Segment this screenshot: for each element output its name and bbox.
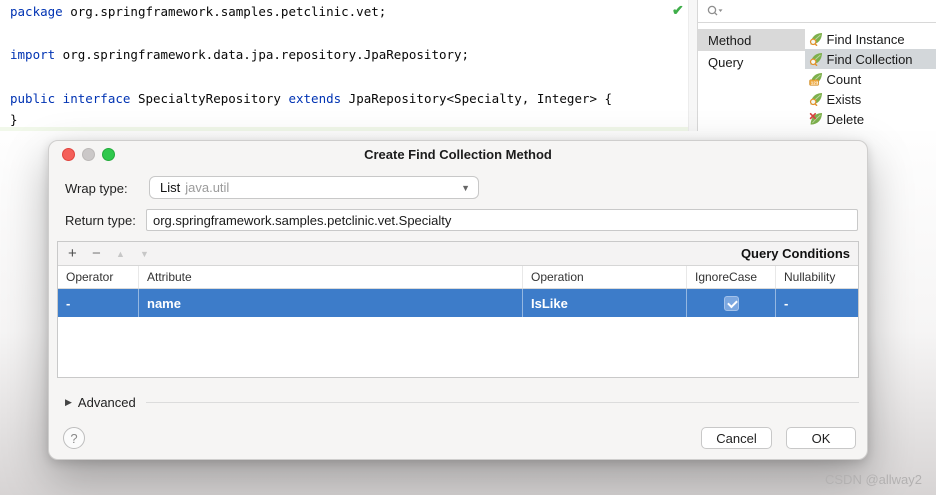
table-row-selected[interactable]: - name IsLike - (58, 289, 858, 317)
category-query-label: Query (708, 55, 743, 70)
advanced-label: Advanced (78, 395, 136, 410)
leaf-search-icon (809, 32, 823, 46)
remove-row-button[interactable]: − (92, 245, 116, 262)
code-line-import: import org.springframework.data.jpa.repo… (10, 47, 469, 62)
wrap-type-combobox[interactable]: List java.util ▼ (149, 176, 479, 199)
cancel-button[interactable]: Cancel (701, 427, 772, 449)
menu-item-label: Exists (827, 92, 862, 107)
interface-name: SpecialtyRepository (130, 91, 288, 106)
import-name: org.springframework.data.jpa.repository.… (55, 47, 469, 62)
supertype-name: JpaRepository<Specialty, Integer> { (341, 91, 612, 106)
popup-body: Method Query Find Instance (698, 23, 936, 129)
package-name: org.springframework.samples.petclinic.ve… (63, 4, 387, 19)
inspection-ok-icon: ✔ (672, 2, 684, 19)
menu-item-delete[interactable]: Delete (805, 109, 936, 129)
menu-item-label: Find Collection (827, 52, 913, 67)
return-type-input[interactable]: org.springframework.samples.petclinic.ve… (146, 209, 858, 231)
ignorecase-checkbox[interactable] (724, 296, 739, 311)
code-editor[interactable]: package org.springframework.samples.petc… (0, 0, 697, 140)
leaf-count-icon: 123 (809, 72, 823, 86)
column-header-operation[interactable]: Operation (523, 266, 687, 288)
section-divider (146, 402, 859, 403)
panel-title: Query Conditions (741, 246, 850, 261)
wrap-type-value: List (160, 180, 180, 195)
cell-attribute[interactable]: name (139, 289, 523, 317)
menu-item-find-collection[interactable]: Find Collection (805, 49, 936, 69)
menu-item-label: Find Instance (827, 32, 905, 47)
cell-nullability[interactable]: - (776, 289, 858, 317)
code-line-interface: public interface SpecialtyRepository ext… (10, 91, 612, 106)
cell-ignorecase[interactable] (687, 289, 776, 317)
closing-brace: } (10, 112, 18, 127)
menu-item-exists[interactable]: Exists (805, 89, 936, 109)
category-method-label: Method (708, 33, 751, 48)
move-up-button[interactable]: ▲ (116, 249, 140, 259)
popup-category-list: Method Query (698, 29, 805, 129)
return-type-value: org.springframework.samples.petclinic.ve… (153, 213, 451, 228)
chevron-down-icon: ▼ (461, 183, 470, 193)
watermark: CSDN @allway2 (825, 472, 922, 487)
leaf-search-icon (809, 92, 823, 106)
menu-item-label: Count (827, 72, 862, 87)
code-line-package: package org.springframework.samples.petc… (10, 4, 386, 19)
expand-arrow-icon: ▶ (65, 397, 72, 408)
create-find-collection-method-dialog: Create Find Collection Method Wrap type:… (48, 140, 868, 460)
popup-search-field[interactable] (698, 0, 936, 23)
category-method[interactable]: Method (698, 29, 805, 51)
column-header-nullability[interactable]: Nullability (776, 266, 858, 288)
column-header-ignorecase[interactable]: IgnoreCase (687, 266, 776, 288)
keyword-public-interface: public interface (10, 91, 130, 106)
dialog-title: Create Find Collection Method (49, 147, 867, 162)
menu-item-count[interactable]: 123 Count (805, 69, 936, 89)
add-row-button[interactable]: + (68, 245, 92, 262)
column-header-operator[interactable]: Operator (58, 266, 139, 288)
keyword-import: import (10, 47, 55, 62)
generate-popup-menu: Method Query Find Instance (697, 0, 936, 131)
move-down-button[interactable]: ▼ (140, 249, 164, 259)
editor-scrollbar[interactable] (688, 0, 697, 140)
query-conditions-panel: + − ▲ ▼ Query Conditions Operator Attrib… (57, 241, 859, 378)
ok-button[interactable]: OK (786, 427, 856, 449)
cell-operation[interactable]: IsLike (523, 289, 687, 317)
help-button[interactable]: ? (63, 427, 85, 449)
table-toolbar: + − ▲ ▼ Query Conditions (58, 242, 858, 266)
leaf-delete-icon (809, 112, 823, 126)
column-header-attribute[interactable]: Attribute (139, 266, 523, 288)
wrap-type-label: Wrap type: (65, 181, 128, 196)
table-header-row: Operator Attribute Operation IgnoreCase … (58, 266, 858, 289)
cell-operator[interactable]: - (58, 289, 139, 317)
category-query[interactable]: Query (698, 51, 805, 73)
popup-item-list: Find Instance Find Collection (805, 29, 936, 129)
menu-item-find-instance[interactable]: Find Instance (805, 29, 936, 49)
screen: package org.springframework.samples.petc… (0, 0, 936, 495)
menu-item-label: Delete (827, 112, 865, 127)
return-type-label: Return type: (65, 213, 136, 228)
code-line-closing-brace: } (10, 112, 18, 127)
help-icon: ? (70, 431, 77, 446)
keyword-package: package (10, 4, 63, 19)
svg-text:123: 123 (810, 80, 818, 85)
keyword-extends: extends (288, 91, 341, 106)
search-icon (706, 4, 724, 18)
leaf-search-icon (809, 52, 823, 66)
advanced-section[interactable]: ▶ Advanced (65, 395, 859, 410)
wrap-type-package-hint: java.util (185, 180, 229, 195)
